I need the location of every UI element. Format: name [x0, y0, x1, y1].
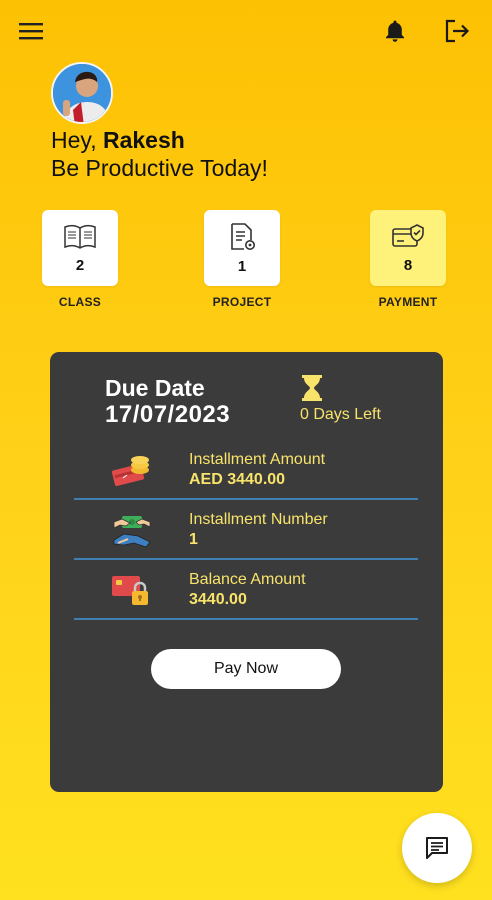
days-left: 0 Days Left [300, 406, 381, 423]
installment-number-value: 1 [189, 531, 198, 548]
balance-amount-value: 3440.00 [189, 591, 247, 608]
stat-project-count: 1 [237, 257, 247, 275]
balance-amount-label: Balance Amount [189, 571, 306, 588]
balance-amount-row: Balance Amount 3440.00 [74, 560, 418, 620]
installment-number-label: Installment Number [189, 511, 328, 528]
stat-project-tile[interactable]: 1 [204, 210, 280, 286]
stat-payment[interactable]: 8 PAYMENT [370, 210, 446, 309]
greeting-prefix: Hey, [51, 127, 103, 153]
installment-number-row: Installment Number 1 [74, 500, 418, 560]
payment-card-icon [392, 223, 424, 247]
book-icon [64, 224, 96, 249]
installment-amount-value: AED 3440.00 [189, 471, 286, 488]
menu-button[interactable] [11, 11, 51, 51]
stat-project[interactable]: 1 PROJECT [204, 210, 280, 309]
chat-button[interactable] [402, 813, 472, 883]
user-avatar[interactable] [51, 62, 113, 124]
greeting: Hey, Rakesh [51, 126, 185, 154]
tagline: Be Productive Today! [51, 155, 268, 181]
payment-due-card: Due Date 17/07/2023 0 Days Left Installm… [50, 352, 443, 792]
stat-class[interactable]: 2 CLASS [42, 210, 118, 309]
due-date-value: 17/07/2023 [105, 401, 231, 428]
stat-project-label: PROJECT [212, 295, 272, 309]
project-document-icon [231, 222, 255, 250]
chat-message-icon [426, 837, 448, 859]
hamburger-menu-icon [19, 23, 43, 40]
card-lock-icon [112, 576, 148, 605]
bell-icon [386, 20, 404, 42]
user-name: Rakesh [102, 127, 185, 153]
logout-button[interactable] [437, 11, 477, 51]
notifications-button[interactable] [375, 11, 415, 51]
logout-icon [445, 19, 470, 43]
money-card-icon [111, 456, 149, 486]
pay-now-button[interactable]: Pay Now [151, 649, 341, 689]
stat-payment-tile[interactable]: 8 [370, 210, 446, 286]
installment-amount-row: Installment Amount AED 3440.00 [74, 440, 418, 500]
stat-class-count: 2 [75, 256, 85, 274]
stat-payment-count: 8 [403, 256, 413, 274]
hourglass-icon [302, 375, 322, 401]
stat-payment-label: PAYMENT [378, 295, 438, 309]
stat-class-label: CLASS [58, 295, 102, 309]
stat-class-tile[interactable]: 2 [42, 210, 118, 286]
due-date-title: Due Date [105, 375, 205, 401]
user-photo-icon [53, 64, 111, 122]
top-app-bar [0, 0, 492, 64]
hand-money-icon [113, 516, 151, 548]
installment-amount-label: Installment Amount [189, 451, 326, 468]
